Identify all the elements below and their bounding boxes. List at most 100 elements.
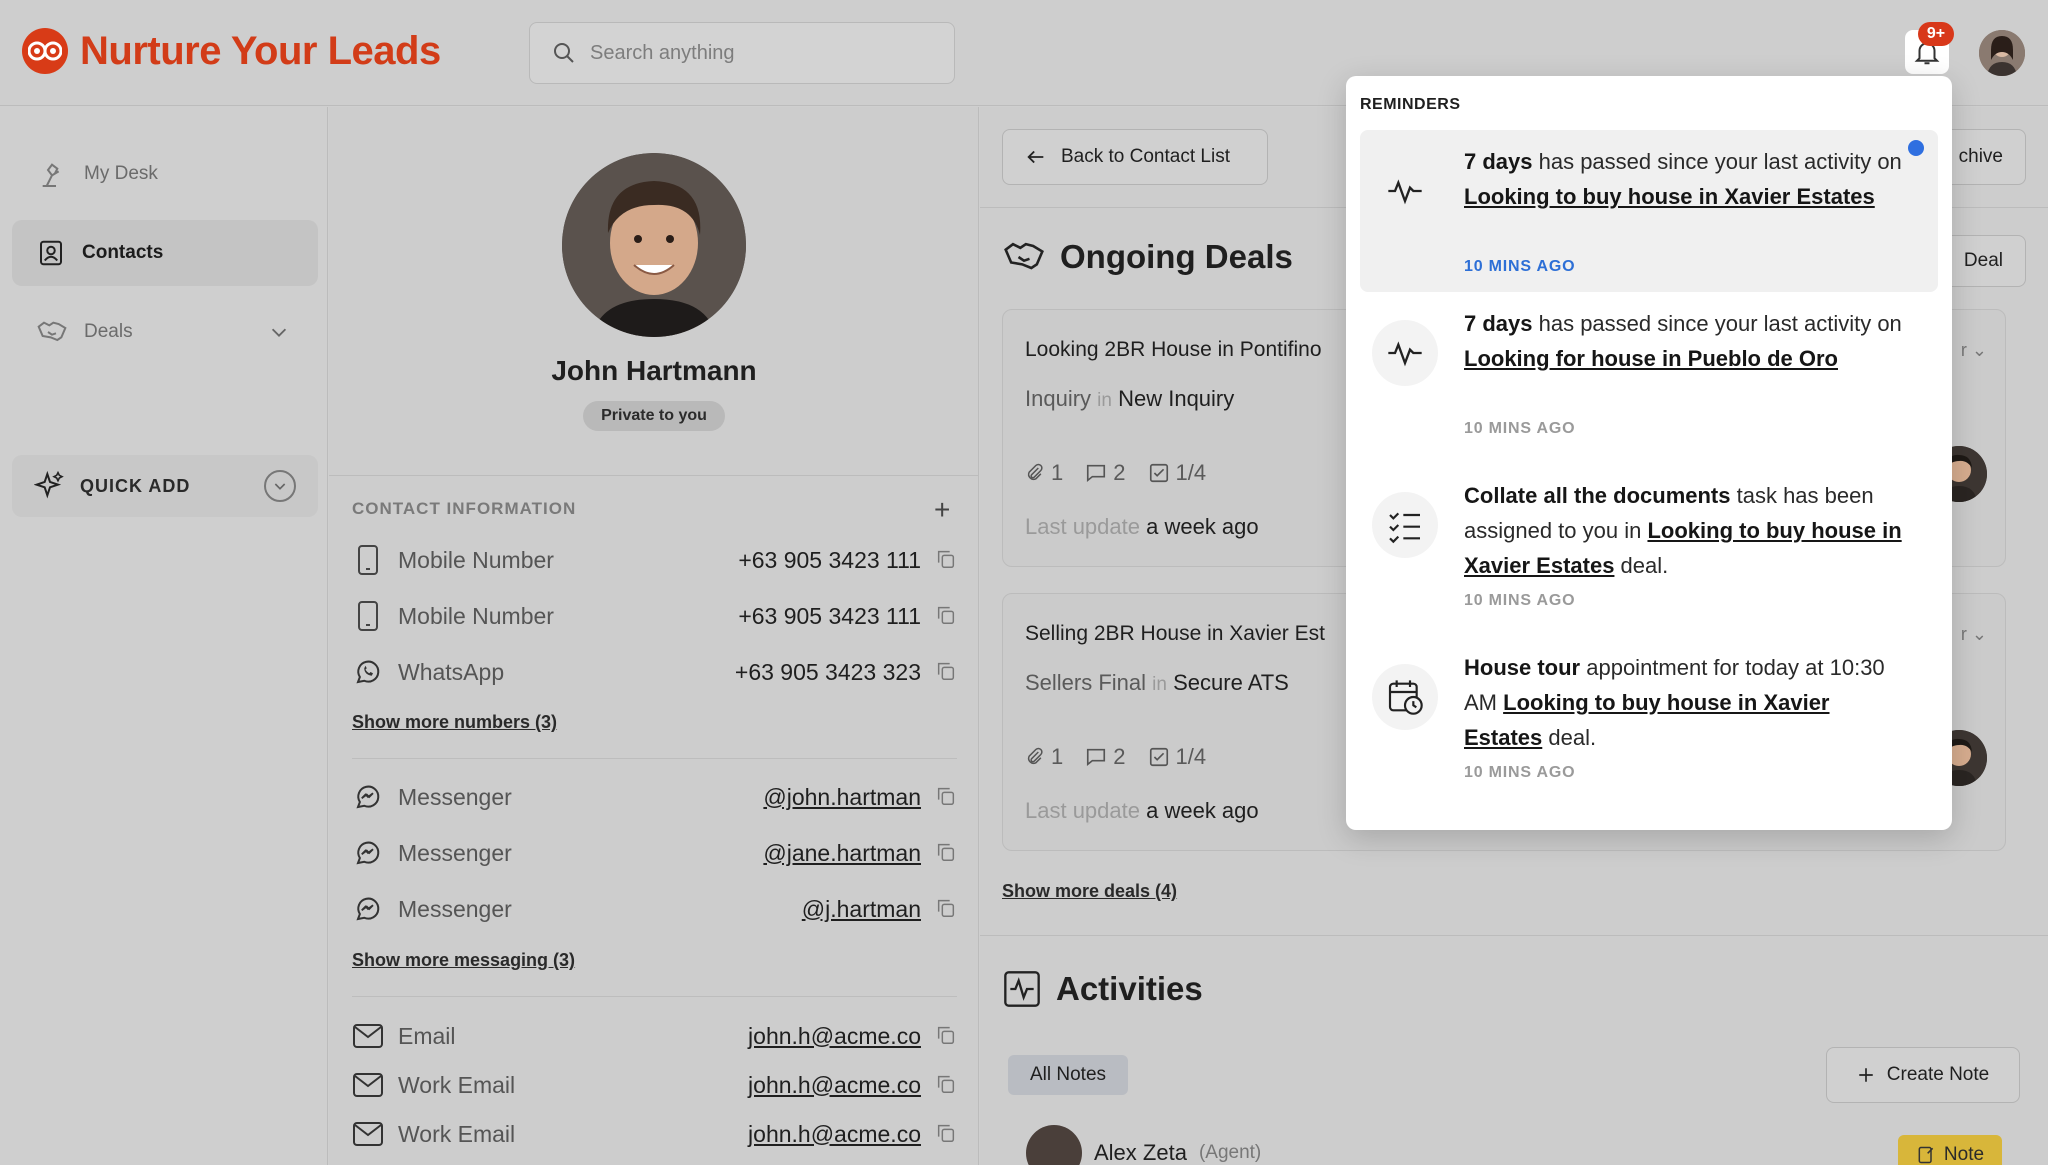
deal-pipeline: New Inquiry [1118,386,1235,411]
contact-row: Messenger @john.hartman [352,777,957,817]
create-note-label: Create Note [1886,1064,1990,1085]
contact-photo [562,153,746,337]
deal-stage: Inquiry in New Inquiry [1025,386,1234,412]
copy-icon[interactable] [935,604,957,626]
comment-count-value: 2 [1113,744,1126,769]
attachment-count-value: 1 [1051,460,1064,485]
reminder-item[interactable]: Collate all the documents task has been … [1360,474,1938,636]
checkbox-icon [1149,463,1168,483]
chevron-down-icon[interactable] [268,321,290,343]
show-more-numbers-link[interactable]: Show more numbers (3) [352,712,557,733]
copy-icon[interactable] [935,660,957,682]
reminder-deal-link[interactable]: Looking to buy house in Xavier Estates [1464,690,1830,750]
contact-row-value[interactable]: john.h@acme.co [748,1023,921,1050]
add-contact-info-button[interactable]: + [934,494,950,526]
reminder-deal-link[interactable]: Looking to buy house in Xavier Estates [1464,184,1875,209]
deal-stage: Sellers Final in Secure ATS [1025,670,1289,696]
copy-icon[interactable] [935,548,957,570]
activity-icon [1002,969,1042,1009]
reminder-text: Collate all the documents task has been … [1464,478,1904,583]
comment-icon [1087,748,1106,767]
messenger-icon [352,782,384,812]
chevron-down-icon: ⌄ [1971,340,1987,360]
section-heading-activities: Activities [1002,969,1203,1009]
back-to-contact-list-button[interactable]: Back to Contact List [1002,129,1268,185]
deal-updated: Last update a week ago [1025,798,1259,824]
deal-updated-prefix: Last update [1025,798,1140,823]
sidebar-item-contacts[interactable]: Contacts [12,220,318,286]
tab-all-notes[interactable]: All Notes [1008,1055,1128,1095]
note-icon [1916,1145,1936,1165]
task-count-value: 1/4 [1175,460,1207,485]
reminder-suffix: deal. [1542,725,1597,750]
reminder-suffix: deal. [1614,553,1669,578]
quick-add-button[interactable]: QUICK ADD [12,455,318,517]
unread-indicator [1908,140,1924,156]
contact-row: Work Email john.h@acme.co [352,1114,957,1154]
reminder-body: has passed since your last activity on [1532,149,1902,174]
reminder-item[interactable]: 7 days has passed since your last activi… [1360,130,1938,292]
deal-owner-dropdown[interactable]: r ⌄ [1961,624,1987,645]
contact-row-value[interactable]: john.h@acme.co [748,1121,921,1148]
attachment-count: 1 [1025,744,1063,770]
owl-logo-icon [22,28,68,74]
whatsapp-icon [352,657,384,687]
reminder-item[interactable]: House tour appointment for today at 10:3… [1360,646,1938,808]
section-heading-deals: Ongoing Deals [1002,235,1293,279]
copy-icon[interactable] [935,785,957,807]
contact-row-label: Work Email [398,1120,516,1147]
search-input[interactable] [590,41,930,65]
contact-row-value[interactable]: @jane.hartman [763,840,921,867]
deal-pipeline: Secure ATS [1173,670,1289,695]
chevron-down-circle-icon[interactable] [264,470,296,502]
reminders-title: REMINDERS [1360,96,1461,113]
arrow-left-icon [1025,146,1047,168]
mail-icon [352,1072,384,1098]
divider [329,475,979,476]
show-more-deals-link[interactable]: Show more deals (4) [1002,881,1177,902]
copy-icon[interactable] [935,841,957,863]
copy-icon[interactable] [935,1073,957,1095]
sidebar-item-deals[interactable]: Deals [12,299,318,365]
attachment-count: 1 [1025,460,1063,486]
messenger-icon [352,838,384,868]
attachment-count-value: 1 [1051,744,1064,769]
deal-owner-dropdown[interactable]: r ⌄ [1961,340,1987,361]
search-bar[interactable] [529,22,955,84]
deals-title: Ongoing Deals [1060,238,1293,275]
create-note-button[interactable]: Create Note [1826,1047,2020,1103]
deal-updated-prefix: Last update [1025,514,1140,539]
contact-row-label: Messenger [398,783,512,810]
user-avatar[interactable] [1979,30,2025,76]
note-author-name: Alex Zeta [1094,1140,1187,1165]
sidebar-item-my-desk[interactable]: My Desk [12,141,318,207]
sidebar-item-label: My Desk [84,163,158,184]
messenger-icon [352,894,384,924]
deal-owner-initial: r [1960,624,1967,644]
contact-row-value: +63 905 3423 323 [734,658,921,685]
brand-logo[interactable]: Nurture Your Leads [22,28,441,74]
reminder-body: has passed since your last activity on [1532,311,1902,336]
section-title: CONTACT INFORMATION [352,499,577,518]
copy-icon[interactable] [935,1024,957,1046]
reminder-item[interactable]: 7 days has passed since your last activi… [1360,302,1938,464]
reminders-popover: REMINDERS 7 days has passed since your l… [1346,76,1952,830]
contact-panel: John Hartmann Private to you CONTACT INF… [329,107,979,1165]
deal-stage-name: Inquiry [1025,386,1092,411]
deal-updated-time: a week ago [1146,514,1259,539]
reminder-time: 10 MINS AGO [1464,592,1576,609]
copy-icon[interactable] [935,1122,957,1144]
phone-icon [352,601,384,631]
contact-row-value[interactable]: john.h@acme.co [748,1072,921,1099]
reminder-deal-link[interactable]: Looking for house in Pueblo de Oro [1464,346,1838,371]
contact-row-label: WhatsApp [398,658,505,685]
show-more-messaging-link[interactable]: Show more messaging (3) [352,950,575,971]
divider [352,758,957,759]
desk-lamp-icon [36,158,68,190]
contact-row-value[interactable]: @j.hartman [802,896,921,923]
activities-title: Activities [1056,970,1203,1007]
contact-row-value[interactable]: @john.hartman [763,784,921,811]
reminder-text: 7 days has passed since your last activi… [1464,144,1904,214]
copy-icon[interactable] [935,897,957,919]
reminder-bold: 7 days [1464,311,1533,336]
